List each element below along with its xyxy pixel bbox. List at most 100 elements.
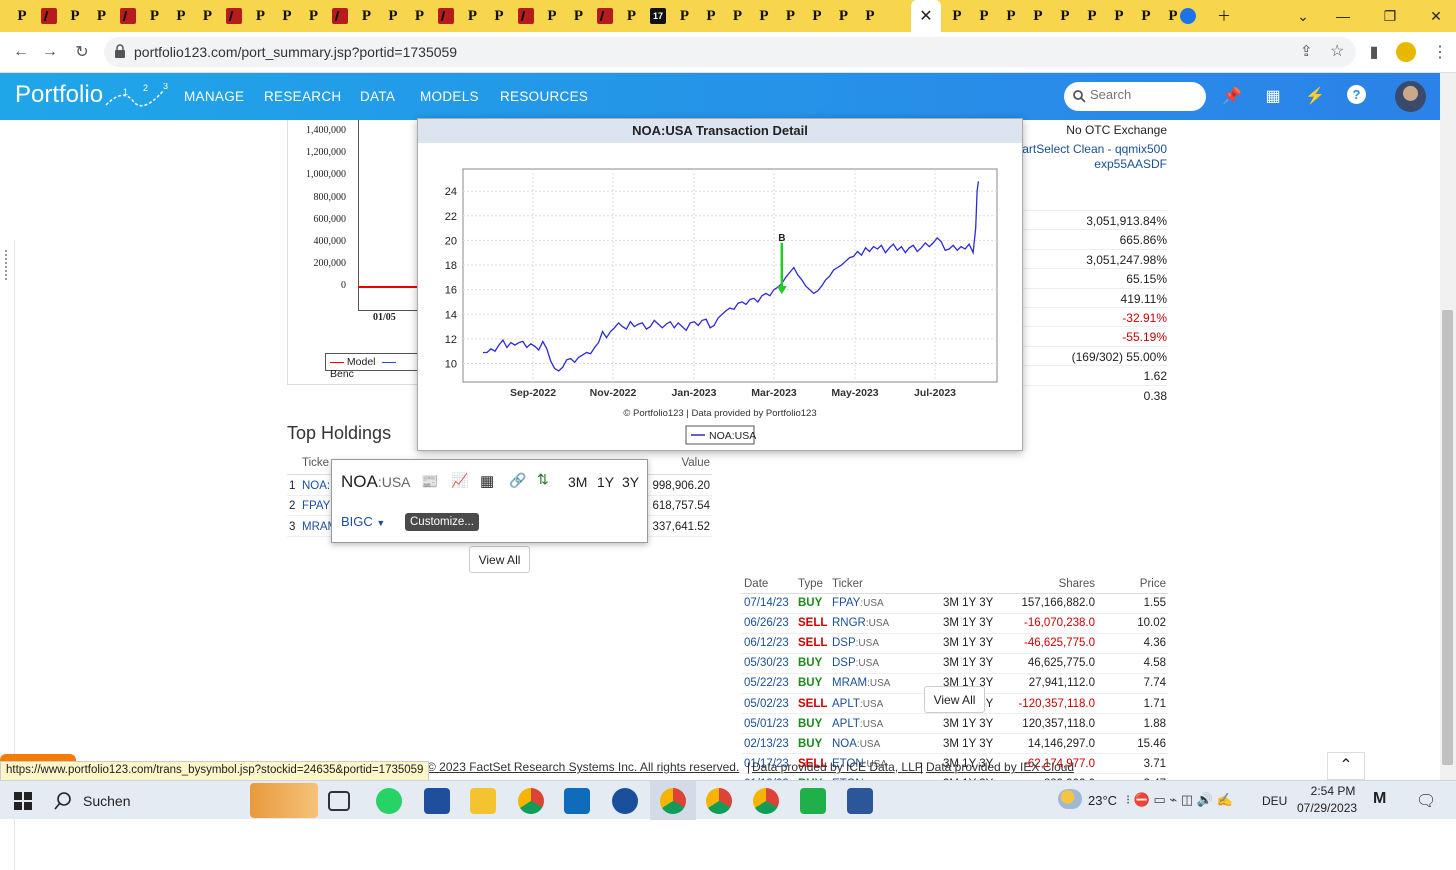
transaction-ticker-symbol[interactable]: APLT	[832, 718, 860, 730]
transaction-ticker[interactable]: RNGR:USA	[832, 613, 943, 634]
chrome-profile-icon[interactable]	[660, 788, 686, 814]
transaction-range-links[interactable]: 3M 1Y 3Y	[943, 633, 998, 654]
browser-tab[interactable]: P	[486, 3, 512, 29]
transaction-range-links[interactable]: 3M 1Y 3Y	[943, 653, 998, 674]
close-window-button[interactable]: ✕	[1416, 0, 1456, 32]
browser-tab[interactable]	[513, 3, 539, 29]
transaction-ticker-symbol[interactable]: NOA	[832, 738, 857, 750]
url-input[interactable]: portfolio123.com/port_summary.jsp?portid…	[104, 37, 1356, 67]
help-icon[interactable]: ?	[1347, 85, 1366, 104]
customize-button[interactable]: Customize...	[405, 513, 479, 531]
grid-icon[interactable]: ▦	[480, 472, 494, 490]
browser-tab[interactable]: P	[168, 3, 194, 29]
browser-tab[interactable]: 17	[645, 3, 671, 29]
browser-tab[interactable]: P	[1025, 3, 1051, 29]
weather-temp[interactable]: 23°C	[1088, 793, 1117, 808]
holding-ticker[interactable]: FPAY	[302, 500, 330, 512]
whatsapp-icon[interactable]	[376, 788, 402, 814]
clock-date[interactable]: 07/29/2023	[1297, 801, 1357, 815]
browser-tab[interactable]: P	[944, 3, 970, 29]
transaction-date[interactable]: 02/13/23	[741, 733, 798, 755]
share-icon[interactable]: ⇪	[1300, 42, 1313, 60]
nav-manage[interactable]: MANAGE	[184, 89, 244, 104]
nav-research[interactable]: RESEARCH	[264, 89, 341, 104]
browser-tab[interactable]: P	[672, 3, 698, 29]
browser-tab[interactable]: P	[460, 3, 486, 29]
resize-handle[interactable]	[5, 250, 9, 280]
browser-tab[interactable]	[115, 3, 141, 29]
reload-icon[interactable]: ↻	[70, 40, 94, 64]
footer-copyright[interactable]: © 2023 FactSet Research Systems Inc. All…	[427, 760, 739, 774]
chrome-icon[interactable]	[518, 788, 544, 814]
transaction-date[interactable]: 06/12/23	[741, 633, 798, 654]
browser-tab[interactable]: P	[380, 3, 406, 29]
browser-tab[interactable]: P	[971, 3, 997, 29]
browser-tab[interactable]	[36, 3, 62, 29]
range-3y[interactable]: 3Y	[622, 474, 639, 490]
popup-ticker[interactable]: NOA:USA	[341, 472, 411, 492]
transaction-ticker-symbol[interactable]: DSP	[832, 657, 856, 669]
transactions-view-all-button[interactable]: View All	[924, 686, 985, 713]
link-icon[interactable]: 🔗	[509, 472, 526, 489]
pin-icon[interactable]: 📌	[1221, 85, 1243, 107]
browser-tab[interactable]	[221, 3, 247, 29]
outlook-icon[interactable]	[564, 788, 590, 814]
browser-tab[interactable]	[1175, 3, 1201, 29]
browser-tab[interactable]: P	[248, 3, 274, 29]
holdings-view-all-button[interactable]: View All	[469, 546, 530, 573]
new-tab-button[interactable]: ＋	[1204, 0, 1244, 32]
benchmark-link-2[interactable]: exp55AASDF	[1094, 157, 1167, 171]
site-search[interactable]	[1064, 82, 1206, 111]
weather-icon[interactable]	[1058, 789, 1082, 809]
browser-tab[interactable]: P	[566, 3, 592, 29]
footer-ice-link[interactable]: Data provided by ICE Data, LLP	[752, 760, 923, 774]
nav-resources[interactable]: RESOURCES	[500, 89, 588, 104]
range-1y[interactable]: 1Y	[597, 474, 614, 490]
task-view-icon[interactable]	[328, 791, 350, 811]
input-language[interactable]: DEU	[1262, 794, 1287, 808]
transaction-ticker[interactable]: FPAY:USA	[832, 593, 943, 614]
transaction-date[interactable]: 05/30/23	[741, 653, 798, 674]
browser-tab[interactable]: P	[619, 3, 645, 29]
windows-start-icon[interactable]	[14, 792, 32, 810]
search-input[interactable]	[1090, 87, 1200, 102]
browser-tab[interactable]: P	[751, 3, 777, 29]
file-explorer-icon[interactable]	[470, 788, 496, 814]
transactions-icon[interactable]: ⇅	[537, 471, 549, 488]
footer-iex-link[interactable]: Data provided by IEX Cloud	[926, 760, 1074, 774]
bookmark-star-icon[interactable]: ☆	[1330, 41, 1344, 61]
transaction-ticker-symbol[interactable]: DSP	[832, 637, 856, 649]
browser-tab[interactable]: P	[1106, 3, 1132, 29]
browser-tab[interactable]: P	[274, 3, 300, 29]
browser-tab[interactable]: P	[1052, 3, 1078, 29]
browser-tab[interactable]	[433, 3, 459, 29]
apps-grid-icon[interactable]: ▦	[1262, 85, 1284, 107]
browser-tab[interactable]: P	[725, 3, 751, 29]
transaction-ticker[interactable]: NOA:USA	[832, 733, 943, 755]
transaction-date[interactable]: 05/01/23	[741, 713, 798, 735]
tab-search-icon[interactable]: ⌄	[1283, 0, 1323, 32]
browser-tab[interactable]: P	[778, 3, 804, 29]
transaction-row[interactable]: 05/30/23 BUY DSP:USA 3M 1Y 3Y 46,625,775.0 4.…	[741, 653, 1168, 674]
transaction-ticker-symbol[interactable]: APLT	[832, 698, 860, 710]
browser-tab[interactable]	[327, 3, 353, 29]
chrome-icon-3[interactable]	[753, 788, 779, 814]
browser-tab[interactable]: P	[804, 3, 830, 29]
nav-data[interactable]: DATA	[360, 89, 395, 104]
profile-avatar[interactable]	[1396, 42, 1416, 62]
active-tab-close-icon[interactable]: ✕	[911, 0, 941, 32]
transaction-ticker[interactable]: APLT:USA	[832, 713, 943, 735]
bigc-dropdown[interactable]: BIGC ▼	[341, 514, 385, 529]
notifications-icon[interactable]: 🗨	[1416, 791, 1436, 811]
back-icon[interactable]: ←	[9, 40, 33, 64]
forward-icon[interactable]: →	[38, 40, 62, 64]
browser-tab[interactable]: P	[301, 3, 327, 29]
browser-tab[interactable]: P	[89, 3, 115, 29]
browser-tab[interactable]: P	[831, 3, 857, 29]
transaction-row[interactable]: 06/26/23 SELL RNGR:USA 3M 1Y 3Y -16,070,238.…	[741, 613, 1168, 634]
chart-icon[interactable]: 📈	[451, 472, 468, 489]
word-icon[interactable]	[847, 788, 873, 814]
transaction-range-links[interactable]: 3M 1Y 3Y	[943, 613, 998, 634]
lightning-icon[interactable]: ⚡	[1304, 85, 1326, 107]
browser-tab[interactable]: P	[998, 3, 1024, 29]
